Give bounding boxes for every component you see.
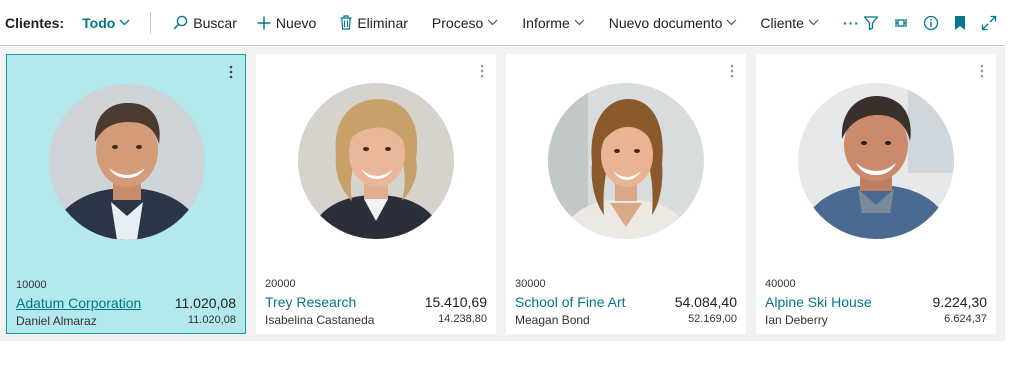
action-bar: Clientes: Todo Buscar Nuevo Eliminar Pro… <box>0 0 1005 46</box>
customer-photo <box>548 83 704 239</box>
customer-balance-due: 52.169,00 <box>688 313 737 325</box>
customer-menu[interactable]: Cliente <box>760 15 819 31</box>
trash-icon <box>340 15 352 30</box>
more-options-icon[interactable] <box>480 64 484 83</box>
report-label: Informe <box>522 14 570 31</box>
photo-area <box>256 54 496 268</box>
customer-balance: 15.410,69 <box>424 294 487 310</box>
new-document-menu[interactable]: Nuevo documento <box>609 15 738 31</box>
customer-card[interactable]: 10000 Adatum Corporation 11.020,08 Danie… <box>6 54 246 334</box>
card-footer: 20000 Trey Research 15.410,69 Isabelina … <box>256 268 496 334</box>
customer-number: 30000 <box>515 278 546 290</box>
customer-card[interactable]: 30000 School of Fine Art 54.084,40 Meaga… <box>506 54 746 334</box>
customer-contact: Isabelina Castaneda <box>265 313 375 327</box>
divider <box>150 11 152 34</box>
process-label: Proceso <box>431 14 484 31</box>
chevron-down-icon <box>808 19 819 26</box>
chevron-down-icon <box>726 19 737 26</box>
customer-contact: Meagan Bond <box>515 313 590 327</box>
customer-name-link[interactable]: Trey Research <box>265 294 356 310</box>
more-actions-button[interactable]: ··· <box>843 15 860 31</box>
customer-photo <box>298 83 454 239</box>
card-footer: 30000 School of Fine Art 54.084,40 Meaga… <box>506 268 746 334</box>
search-label: Buscar <box>193 14 237 31</box>
process-menu[interactable]: Proceso <box>432 15 498 31</box>
customer-card[interactable]: 20000 Trey Research 15.410,69 Isabelina … <box>256 54 496 334</box>
page-title: Clientes: <box>5 14 65 31</box>
customer-name-link[interactable]: Alpine Ski House <box>765 294 872 310</box>
expand-icon[interactable] <box>981 15 997 31</box>
new-button[interactable]: Nuevo <box>257 15 316 31</box>
delete-label: Eliminar <box>357 14 408 31</box>
photo-area <box>506 54 746 268</box>
new-document-label: Nuevo documento <box>608 14 723 31</box>
focus-mode-icon[interactable] <box>893 15 909 31</box>
customer-number: 10000 <box>16 279 47 291</box>
customer-balance-due: 6.624,37 <box>944 313 987 325</box>
photo-area <box>756 54 996 268</box>
bookmark-icon[interactable] <box>953 15 967 31</box>
customer-balance: 11.020,08 <box>174 295 236 311</box>
customer-balance-due: 14.238,80 <box>438 313 487 325</box>
customer-photo <box>798 83 954 239</box>
customer-contact: Ian Deberry <box>765 313 828 327</box>
more-options-icon[interactable] <box>229 65 233 84</box>
customer-card[interactable]: 40000 Alpine Ski House 9.224,30 Ian Debe… <box>756 54 996 334</box>
customer-label: Cliente <box>760 14 804 31</box>
customer-number: 40000 <box>765 278 796 290</box>
search-button[interactable]: Buscar <box>173 15 237 31</box>
chevron-down-icon <box>487 19 498 26</box>
more-options-icon[interactable] <box>980 64 984 83</box>
chevron-down-icon <box>574 19 585 26</box>
customer-number: 20000 <box>265 278 296 290</box>
view-label: Todo <box>82 14 116 31</box>
filter-icon[interactable] <box>863 15 879 31</box>
view-selector[interactable]: Todo <box>82 15 130 31</box>
photo-area <box>7 55 245 269</box>
customer-balance-due: 11.020,08 <box>187 314 236 326</box>
customer-balance: 9.224,30 <box>932 294 988 310</box>
customer-photo <box>49 84 205 240</box>
customer-name-link[interactable]: Adatum Corporation <box>16 295 141 311</box>
customer-balance: 54.084,40 <box>674 294 737 310</box>
chevron-down-icon <box>119 19 130 26</box>
search-icon <box>173 15 188 30</box>
card-footer: 40000 Alpine Ski House 9.224,30 Ian Debe… <box>756 268 996 334</box>
info-icon[interactable] <box>923 15 939 31</box>
new-label: Nuevo <box>275 14 317 31</box>
customer-name-link[interactable]: School of Fine Art <box>515 294 626 310</box>
delete-button[interactable]: Eliminar <box>340 15 408 31</box>
card-footer: 10000 Adatum Corporation 11.020,08 Danie… <box>7 269 245 333</box>
report-menu[interactable]: Informe <box>522 14 585 31</box>
more-options-icon[interactable] <box>730 64 734 83</box>
customer-contact: Daniel Almaraz <box>16 314 97 328</box>
customer-tile-panel: 10000 Adatum Corporation 11.020,08 Danie… <box>0 47 1005 341</box>
page-icons <box>863 0 997 46</box>
plus-icon <box>257 16 271 30</box>
